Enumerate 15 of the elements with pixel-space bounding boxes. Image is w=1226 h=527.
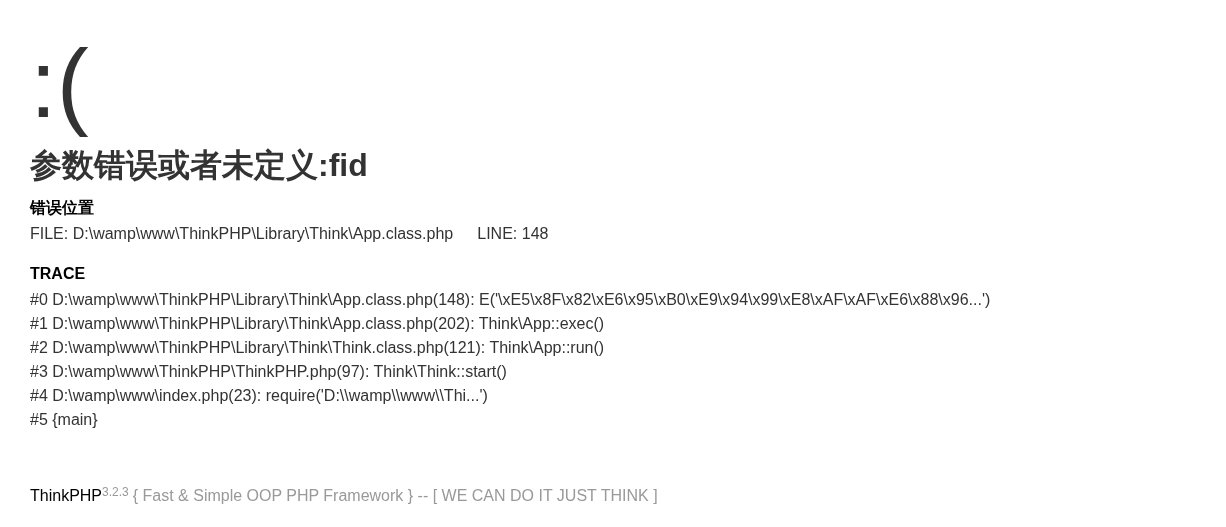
section-heading: 错误位置 bbox=[30, 198, 95, 219]
sad-face-emoticon: :( bbox=[30, 29, 89, 139]
file-path: FILE: D:\wamp\www\ThinkPHP\Library\Think\App.class.php bbox=[30, 224, 454, 245]
trace-line: #5 {main} bbox=[30, 410, 99, 431]
trace-line: #1 D:\wamp\www\ThinkPHP\Library\Think\App.class.php(202): Think\App::exec() bbox=[30, 314, 606, 335]
line-number: LINE: 148 bbox=[477, 224, 549, 245]
trace-line: #4 D:\wamp\www\index.php(23): require('D:\\wamp\\www\\Thi...') bbox=[30, 386, 489, 407]
trace-line: #3 D:\wamp\www\ThinkPHP\ThinkPHP.php(97): Think\Think::start() bbox=[30, 362, 508, 383]
trace-line: #2 D:\wamp\www\ThinkPHP\Library\Think\Think.class.php(121): Think\App::run() bbox=[30, 338, 606, 359]
section-heading: TRACE bbox=[30, 264, 87, 285]
framework-tagline: { Fast & Simple OOP PHP Framework } -- [ WE CAN DO IT JUST THINK ] bbox=[132, 486, 658, 507]
trace-line: #0 D:\wamp\www\ThinkPHP\Library\Think\App.class.php(148): E('\xE5\x8F\x82\xE6\x95\xB0\xE9\x94\x99\xE8\xAF\xAF\xE6\x88\x96...') bbox=[30, 290, 992, 311]
version-number: 3.2.3 bbox=[102, 484, 129, 500]
framework-link[interactable]: ThinkPHP bbox=[30, 484, 103, 509]
error-message: 参数错误或者未定义:fid bbox=[30, 146, 369, 185]
